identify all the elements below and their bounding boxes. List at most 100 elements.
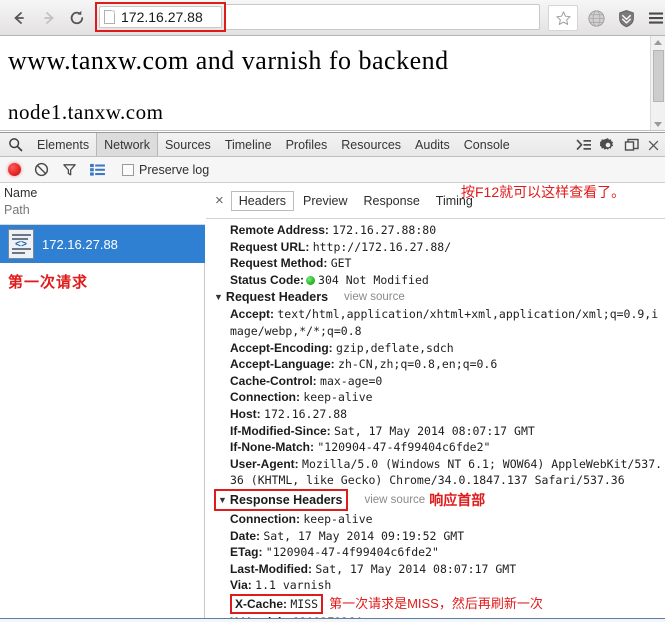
request-list-panel: Name Path <> 172.16.27.88 第一次请求	[0, 183, 205, 622]
header-accept: Accept: text/html,application/xhtml+xml,…	[206, 306, 665, 339]
close-icon[interactable]	[648, 140, 659, 151]
status-ok-dot-icon	[306, 275, 316, 285]
header-value: GET	[330, 256, 352, 271]
header-host: Host: 172.16.27.88	[206, 406, 665, 423]
header-key: Status Code:	[230, 272, 305, 287]
header-via: Via: 1.1 varnish	[206, 577, 665, 594]
window-bottom-edge	[0, 618, 665, 622]
triangle-down-icon[interactable]: ▼	[214, 288, 223, 306]
header-value: Sat, 17 May 2014 08:07:17 GMT	[315, 561, 517, 576]
header-cache-control: Cache-Control: max-age=0	[206, 373, 665, 390]
reload-button[interactable]	[64, 6, 90, 30]
header-key: Remote Address:	[230, 223, 329, 237]
header-value: max-age=0	[320, 373, 383, 388]
tab-elements[interactable]: Elements	[30, 133, 96, 156]
forward-button[interactable]	[36, 6, 62, 30]
tab-resources[interactable]: Resources	[334, 133, 408, 156]
header-x-cache: X-Cache: MISS 第一次请求是MISS，然后再刷新一次	[206, 593, 665, 615]
header-value: 1.1 varnish	[255, 578, 332, 593]
document-icon	[104, 10, 115, 24]
header-if-modified-since: If-Modified-Since: Sat, 17 May 2014 08:0…	[206, 423, 665, 440]
header-etag: ETag: "120904-47-4f99404c6fde2"	[206, 544, 665, 561]
header-value: 172.16.27.88:80	[332, 223, 437, 237]
table-row[interactable]: <> 172.16.27.88	[0, 225, 205, 263]
close-icon[interactable]: ×	[208, 192, 231, 209]
tab-sources[interactable]: Sources	[158, 133, 218, 156]
list-view-icon[interactable]	[90, 163, 105, 176]
clear-icon[interactable]	[34, 162, 49, 177]
tab-headers[interactable]: Headers	[230, 190, 295, 211]
filter-icon[interactable]	[62, 162, 77, 177]
page-scrollbar[interactable]	[650, 36, 665, 130]
url-highlight-box: 172.16.27.88	[95, 2, 226, 32]
triangle-down-icon[interactable]: ▼	[218, 491, 227, 509]
devtools-panel: Elements Network Sources Timeline Profil…	[0, 132, 665, 622]
header-connection-req: Connection: keep-alive	[206, 389, 665, 406]
scroll-up-arrow-icon[interactable]	[654, 40, 662, 45]
header-key: Request Method:	[230, 256, 328, 271]
header-value: "120904-47-4f99404c6fde2"	[317, 440, 491, 455]
scrollbar-thumb[interactable]	[653, 50, 664, 102]
tab-profiles[interactable]: Profiles	[279, 133, 335, 156]
header-request-url: Request URL: http://172.16.27.88/	[206, 239, 665, 256]
header-value: keep-alive	[303, 390, 373, 405]
search-icon[interactable]	[0, 137, 30, 152]
devtools-right-icons	[576, 133, 663, 157]
request-headers-section[interactable]: ▼ Request Headers view source	[206, 288, 665, 306]
x-cache-highlight-box: X-Cache: MISS	[230, 593, 324, 615]
request-detail-panel: × Headers Preview Response Timing 按F12就可…	[206, 183, 665, 622]
header-accept-language: Accept-Language: zh-CN,zh;q=0.8,en;q=0.6	[206, 356, 665, 373]
console-drawer-icon[interactable]	[576, 138, 592, 152]
response-headers-section[interactable]: ▼ Response Headers view source 响应首部	[206, 488, 665, 511]
globe-icon[interactable]	[583, 5, 609, 31]
request-name: 172.16.27.88	[42, 236, 118, 252]
star-icon[interactable]	[548, 5, 578, 31]
gear-icon[interactable]	[600, 137, 616, 153]
header-key: Accept-Encoding:	[230, 340, 333, 355]
preserve-log-checkbox[interactable]	[122, 163, 134, 176]
header-last-modified: Last-Modified: Sat, 17 May 2014 08:07:17…	[206, 561, 665, 578]
header-accept-encoding: Accept-Encoding: gzip,deflate,sdch	[206, 340, 665, 357]
column-header-path[interactable]: Path	[4, 202, 205, 219]
back-button[interactable]	[6, 6, 32, 30]
response-headers-title: Response Headers	[229, 492, 343, 507]
header-key: Accept:	[230, 307, 275, 322]
tab-console[interactable]: Console	[457, 133, 517, 156]
header-value: Sat, 17 May 2014 09:19:52 GMT	[263, 528, 465, 543]
header-key: Accept-Language:	[230, 357, 335, 372]
dock-window-icon[interactable]	[624, 138, 640, 152]
shield-icon[interactable]	[613, 5, 639, 31]
header-value: gzip,deflate,sdch	[336, 340, 454, 355]
header-key: User-Agent:	[230, 456, 299, 471]
network-toolbar: Preserve log	[0, 157, 665, 183]
column-header-name[interactable]: Name	[4, 185, 205, 202]
browser-window: 172.16.27.88 www.tanxw.com and varnish f…	[0, 0, 665, 622]
header-key: If-Modified-Since:	[230, 423, 331, 438]
header-user-agent: User-Agent: Mozilla/5.0 (Windows NT 6.1;…	[206, 456, 665, 489]
devtools-tabbar: Elements Network Sources Timeline Profil…	[0, 133, 665, 157]
address-bar[interactable]: 172.16.27.88	[99, 6, 222, 28]
scroll-down-arrow-icon[interactable]	[654, 122, 662, 127]
header-status-code: Status Code: 304 Not Modified	[206, 272, 665, 289]
tab-audits[interactable]: Audits	[408, 133, 457, 156]
header-value: Sat, 17 May 2014 08:07:17 GMT	[334, 423, 535, 438]
tab-timeline[interactable]: Timeline	[218, 133, 279, 156]
header-key: If-None-Match:	[230, 440, 314, 455]
view-source-link[interactable]: view source	[364, 491, 425, 509]
header-key: X-Cache:	[235, 596, 288, 611]
header-if-none-match: If-None-Match: "120904-47-4f99404c6fde2"	[206, 439, 665, 456]
header-value: "120904-47-4f99404c6fde2"	[265, 545, 439, 560]
hamburger-menu-icon[interactable]	[643, 5, 665, 31]
tab-response[interactable]: Response	[356, 192, 426, 210]
header-key: Last-Modified:	[230, 561, 312, 576]
tab-preview[interactable]: Preview	[296, 192, 354, 210]
header-value: text/html,application/xhtml+xml,applicat…	[230, 307, 659, 338]
address-bar-extension[interactable]	[226, 4, 540, 30]
header-key: Connection:	[230, 390, 300, 405]
tab-network[interactable]: Network	[96, 133, 158, 156]
preserve-log-toggle[interactable]: Preserve log	[122, 163, 209, 177]
header-value[interactable]: http://172.16.27.88/	[313, 240, 451, 254]
header-value: keep-alive	[303, 511, 373, 526]
record-button[interactable]	[8, 163, 21, 176]
view-source-link[interactable]: view source	[344, 288, 405, 306]
